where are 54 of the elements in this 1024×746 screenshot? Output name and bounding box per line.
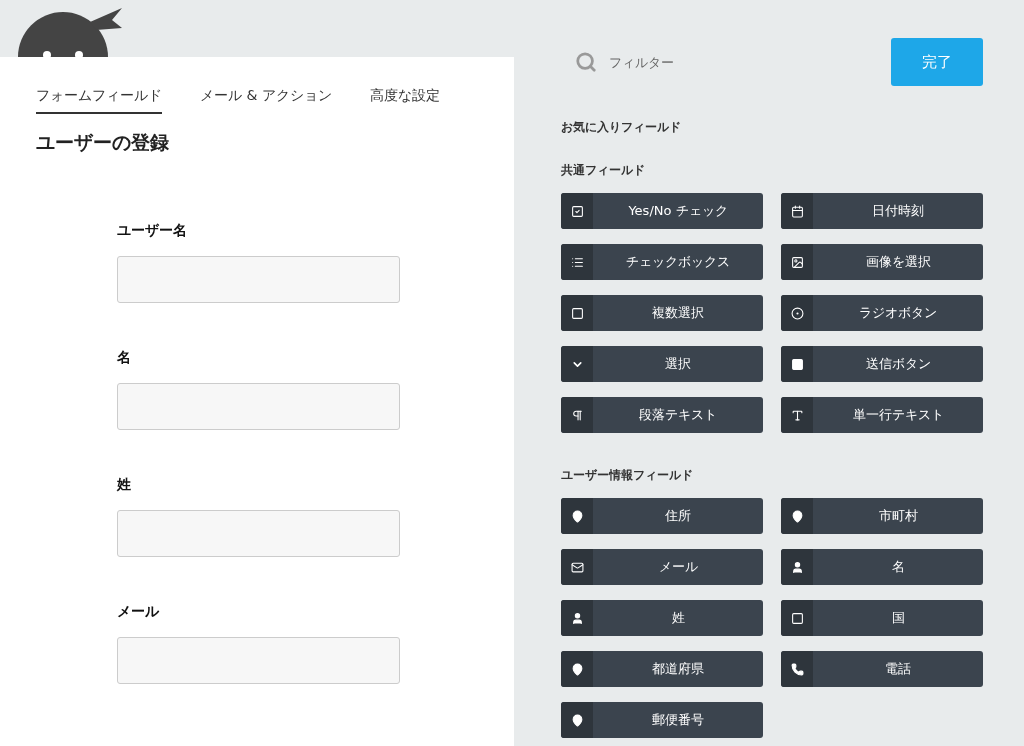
search-icon xyxy=(575,51,597,73)
map-pin-icon xyxy=(570,662,584,676)
field-type-button[interactable]: Yes/No チェック xyxy=(561,193,763,229)
field-type-button[interactable]: 選択 xyxy=(561,346,763,382)
radio-icon xyxy=(790,306,804,320)
map-pin-icon xyxy=(790,509,804,523)
field-type-button[interactable]: 名 xyxy=(781,549,983,585)
field-type-button[interactable]: 国 xyxy=(781,600,983,636)
image-icon xyxy=(790,255,804,269)
field-type-button[interactable]: 都道府県 xyxy=(561,651,763,687)
map-pin-icon xyxy=(570,509,584,523)
square-icon xyxy=(790,357,804,371)
tab[interactable]: 高度な設定 xyxy=(369,87,440,114)
field-type-button[interactable]: 郵便番号 xyxy=(561,702,763,738)
input-field[interactable] xyxy=(117,510,400,557)
field-type-button[interactable]: 単一行テキスト xyxy=(781,397,983,433)
field-type-button[interactable]: 画像を選択 xyxy=(781,244,983,280)
field-type-button[interactable]: ラジオボタン xyxy=(781,295,983,331)
tab[interactable]: フォームフィールド xyxy=(36,87,162,114)
tab[interactable]: メール & アクション xyxy=(200,87,332,114)
pilcrow-icon xyxy=(570,408,584,422)
calendar-icon xyxy=(790,204,804,218)
field-type-button[interactable]: 市町村 xyxy=(781,498,983,534)
field-type-button[interactable]: 複数選択 xyxy=(561,295,763,331)
checkbox-icon xyxy=(570,204,584,218)
map-pin-icon xyxy=(570,713,584,727)
field-type-button[interactable]: 住所 xyxy=(561,498,763,534)
field-label: メール xyxy=(117,603,160,621)
mail-icon xyxy=(570,560,584,574)
list-icon xyxy=(570,255,584,269)
square-icon xyxy=(570,306,584,320)
user-icon xyxy=(570,611,584,625)
field-label: 姓 xyxy=(117,476,132,494)
field-type-button[interactable]: 送信ボタン xyxy=(781,346,983,382)
section-heading: 共通フィールド xyxy=(561,162,646,179)
section-heading: ユーザー情報フィールド xyxy=(561,467,694,484)
input-field[interactable] xyxy=(117,256,400,303)
user-icon xyxy=(790,560,804,574)
field-type-button[interactable]: 電話 xyxy=(781,651,983,687)
field-type-button[interactable]: 日付時刻 xyxy=(781,193,983,229)
filter-field[interactable]: フィルター xyxy=(607,53,811,71)
square-icon xyxy=(790,611,804,625)
form-title: ユーザーの登録 xyxy=(36,130,170,155)
section-heading: お気に入りフィールド xyxy=(561,119,682,136)
field-type-button[interactable]: 段落テキスト xyxy=(561,397,763,433)
phone-icon xyxy=(790,662,804,676)
field-label: ユーザー名 xyxy=(117,222,188,240)
input-field[interactable] xyxy=(117,383,400,430)
field-type-button[interactable]: 姓 xyxy=(561,600,763,636)
field-label: 名 xyxy=(117,349,132,367)
field-type-button[interactable]: チェックボックス xyxy=(561,244,763,280)
input-field[interactable] xyxy=(117,637,400,684)
field-type-button[interactable]: メール xyxy=(561,549,763,585)
text-icon xyxy=(790,408,804,422)
